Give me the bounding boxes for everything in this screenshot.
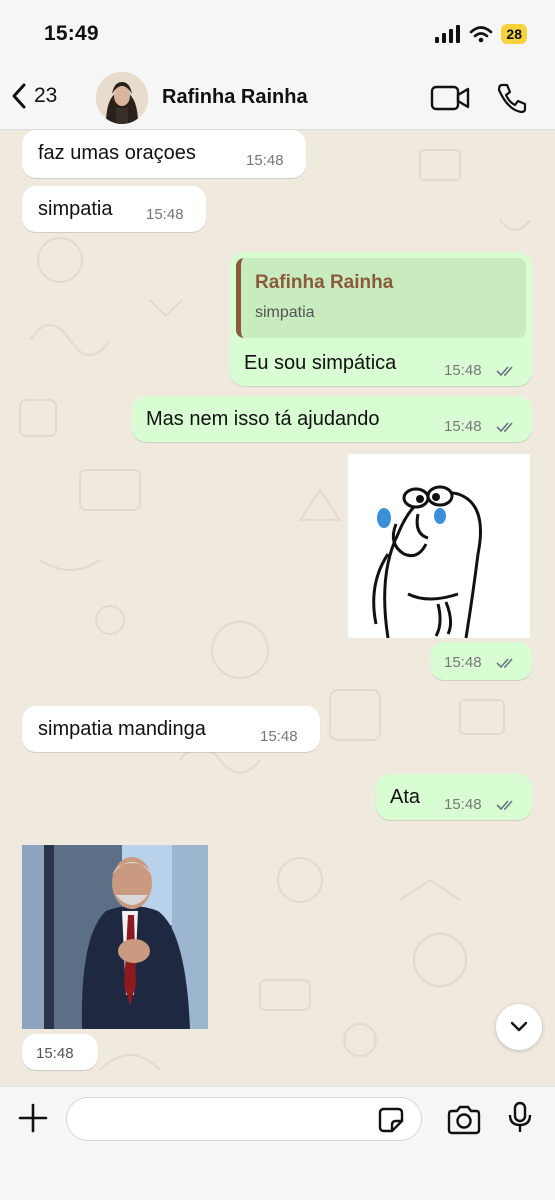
incoming-message[interactable]: faz umas oraçoes 15:48 xyxy=(22,130,306,178)
message-text: Eu sou simpática xyxy=(244,352,397,374)
message-composer xyxy=(0,1086,555,1200)
sticker-icon xyxy=(378,1107,404,1133)
read-ticks-icon xyxy=(496,422,513,433)
read-ticks-icon xyxy=(496,658,513,669)
wifi-icon xyxy=(470,26,493,43)
message-text: faz umas oraçoes xyxy=(38,142,196,164)
incoming-message[interactable]: simpatia mandinga 15:48 xyxy=(22,706,320,752)
crying-meme-sticker xyxy=(348,454,530,639)
read-ticks-icon xyxy=(496,366,513,377)
sticker-timestamp: 15:48 xyxy=(430,642,532,680)
avatar[interactable] xyxy=(96,72,148,124)
message-time: 15:48 xyxy=(444,418,482,435)
phone-icon xyxy=(497,83,527,114)
sticker-message[interactable] xyxy=(348,454,530,639)
message-time: 15:48 xyxy=(444,796,482,813)
contact-name[interactable]: Rafinha Rainha xyxy=(162,86,308,109)
outgoing-message[interactable]: Mas nem isso tá ajudando 15:48 xyxy=(132,396,532,442)
status-time: 15:49 xyxy=(44,22,99,45)
message-text: Ata xyxy=(390,786,421,808)
attach-button[interactable] xyxy=(18,1103,48,1138)
message-text: Mas nem isso tá ajudando xyxy=(146,408,380,430)
message-time: 15:48 xyxy=(444,654,482,671)
battery-indicator: 28 xyxy=(501,24,527,44)
image-timestamp: 15:48 xyxy=(22,1034,98,1070)
incoming-message[interactable]: simpatia 15:48 xyxy=(22,186,206,232)
image-message[interactable] xyxy=(22,845,208,1029)
message-time: 15:48 xyxy=(444,362,482,379)
camera-button[interactable] xyxy=(446,1105,482,1140)
scroll-to-bottom-button[interactable] xyxy=(496,1004,542,1050)
video-camera-icon xyxy=(430,85,470,111)
quoted-text: simpatia xyxy=(255,304,315,321)
man-in-suit-photo xyxy=(22,845,208,1029)
microphone-icon xyxy=(508,1101,532,1132)
microphone-button[interactable] xyxy=(508,1101,532,1140)
message-input[interactable] xyxy=(66,1097,422,1141)
status-icons: 28 xyxy=(435,24,527,44)
quoted-message[interactable]: Rafinha Rainha simpatia xyxy=(236,258,526,338)
signal-icon xyxy=(435,25,461,43)
back-button[interactable]: 23 xyxy=(10,82,57,110)
contact-photo xyxy=(96,72,148,124)
message-text: simpatia mandinga xyxy=(38,718,206,740)
voice-call-button[interactable] xyxy=(496,82,528,119)
message-time: 15:48 xyxy=(36,1045,74,1062)
chevron-left-icon xyxy=(12,83,26,109)
read-ticks-icon xyxy=(496,800,513,811)
message-list[interactable]: faz umas oraçoes 15:48 simpatia 15:48 Ra… xyxy=(0,130,555,1086)
quoted-sender: Rafinha Rainha xyxy=(255,272,394,293)
sticker-button[interactable] xyxy=(376,1105,406,1140)
message-time: 15:48 xyxy=(246,152,284,169)
message-time: 15:48 xyxy=(146,206,184,223)
message-time: 15:48 xyxy=(260,728,298,745)
outgoing-reply-message[interactable]: Rafinha Rainha simpatia Eu sou simpática… xyxy=(230,252,532,386)
plus-icon xyxy=(18,1103,48,1133)
unread-count: 23 xyxy=(34,84,58,107)
status-bar: 15:49 28 xyxy=(0,0,555,68)
video-call-button[interactable] xyxy=(430,84,470,117)
camera-icon xyxy=(447,1105,481,1135)
message-text: simpatia xyxy=(38,198,113,220)
outgoing-message[interactable]: Ata 15:48 xyxy=(376,774,532,820)
chevron-down-icon xyxy=(510,1021,528,1032)
chat-header: 23 Rafinha Rainha xyxy=(0,68,555,130)
